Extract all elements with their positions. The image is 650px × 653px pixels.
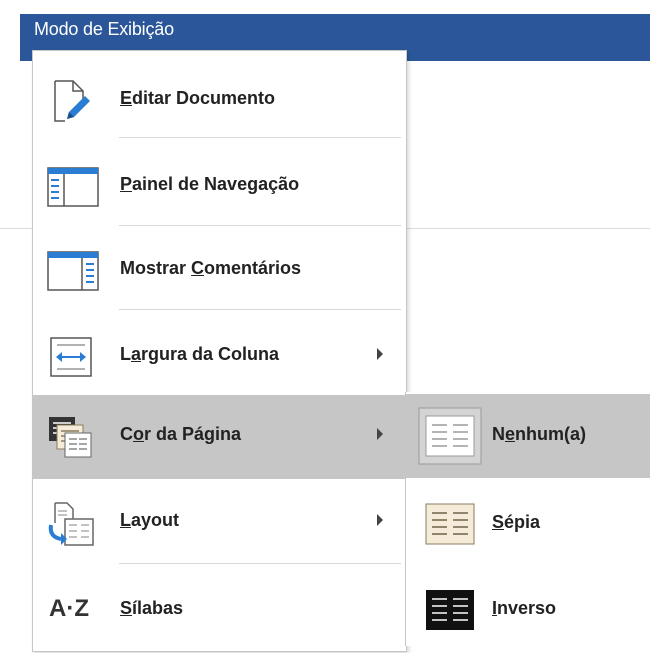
submenu-arrow-icon bbox=[377, 428, 383, 440]
menu-item-label: Cor da Página bbox=[120, 424, 242, 444]
submenu-arrow-icon bbox=[377, 348, 383, 360]
menu-item-label: Layout bbox=[120, 510, 180, 530]
menu-separator bbox=[119, 225, 401, 226]
menu-item-layout[interactable]: Layout bbox=[33, 481, 406, 565]
submenu-arrow-icon bbox=[377, 514, 383, 526]
menu-item-show-comments[interactable]: Mostrar Comentários bbox=[33, 229, 406, 313]
column-width-icon bbox=[47, 335, 92, 379]
show-comments-icon bbox=[47, 249, 99, 293]
menu-item-label: Mostrar Comentários bbox=[120, 258, 302, 278]
menu-separator bbox=[119, 309, 401, 310]
inverse-color-icon bbox=[418, 581, 482, 639]
sepia-color-icon bbox=[418, 495, 482, 553]
submenu-item-sepia[interactable]: Sépia bbox=[406, 482, 650, 566]
edit-document-icon bbox=[47, 79, 91, 123]
submenu-item-inverse[interactable]: Inverso bbox=[406, 568, 650, 652]
layout-icon bbox=[47, 501, 94, 546]
menu-separator bbox=[119, 137, 401, 138]
submenu-item-label: Nenhum(a) bbox=[492, 424, 587, 444]
menu-item-label: Largura da Coluna bbox=[120, 344, 280, 364]
menu-item-navigation-pane[interactable]: Painel de Navegação bbox=[33, 145, 406, 229]
menu-item-label: Editar Documento bbox=[120, 88, 276, 108]
view-mode-menu: Editar Documento Painel de Navegação Mos… bbox=[32, 50, 407, 652]
page-color-icon bbox=[47, 415, 92, 459]
submenu-item-none[interactable]: Nenhum(a) bbox=[406, 394, 650, 478]
menu-separator bbox=[119, 563, 401, 564]
menu-item-label: Painel de Navegação bbox=[120, 174, 300, 194]
none-color-icon bbox=[418, 407, 482, 465]
navigation-pane-icon bbox=[47, 165, 99, 209]
page-color-submenu: Nenhum(a) Sépia Inverso bbox=[405, 392, 650, 646]
submenu-item-label: Inverso bbox=[492, 598, 557, 618]
menu-item-page-color[interactable]: Cor da Página bbox=[33, 395, 406, 479]
menu-item-column-width[interactable]: Largura da Coluna bbox=[33, 315, 406, 399]
menu-item-label: Sílabas bbox=[120, 598, 184, 618]
syllables-icon: A·Z bbox=[49, 595, 89, 622]
menu-item-edit-document[interactable]: Editar Documento bbox=[33, 59, 406, 143]
menu-item-syllables[interactable]: A·Z Sílabas bbox=[33, 569, 406, 653]
submenu-item-label: Sépia bbox=[492, 512, 541, 532]
page-title: Modo de Exibição bbox=[34, 19, 174, 39]
